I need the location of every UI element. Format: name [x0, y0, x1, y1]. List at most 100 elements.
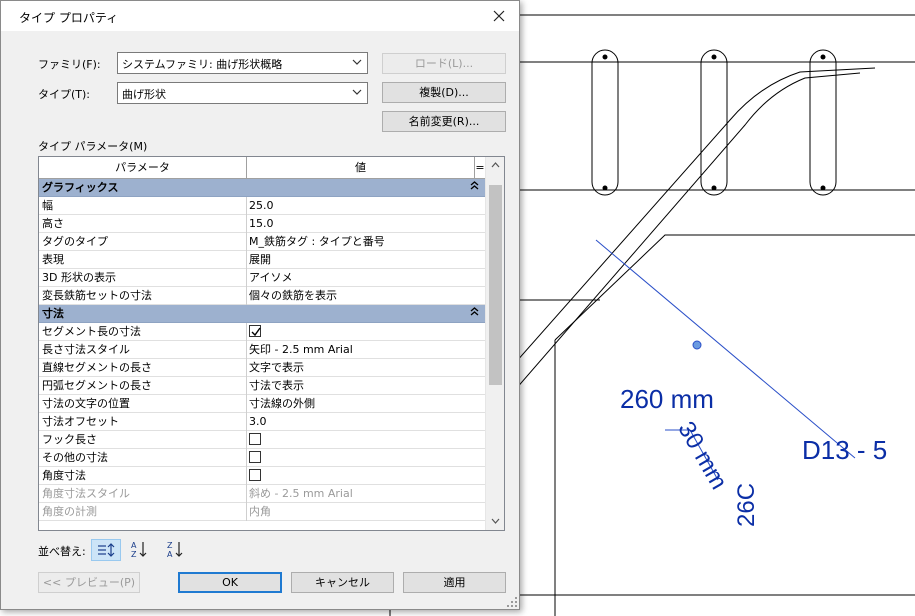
grid-group-header[interactable]: グラフィックス	[39, 179, 485, 197]
header-value[interactable]: 値	[247, 157, 475, 179]
duplicate-button[interactable]: 複製(D)...	[382, 82, 506, 103]
row-extra-cell	[475, 485, 485, 503]
parameter-value[interactable]: 矢印 - 2.5 mm Arial	[247, 341, 475, 359]
vertical-scrollbar[interactable]	[485, 157, 504, 530]
parameter-name: その他の寸法	[39, 449, 247, 467]
row-extra-cell	[475, 449, 485, 467]
parameter-name: 角度寸法スタイル	[39, 485, 247, 503]
table-row[interactable]: 円弧セグメントの長さ 寸法で表示	[39, 377, 485, 395]
header-parameter[interactable]: パラメータ	[39, 157, 247, 179]
ok-button[interactable]: OK	[178, 572, 282, 593]
row-extra-cell	[475, 377, 485, 395]
dimension-text-260[interactable]: 260 mm	[620, 386, 714, 412]
parameter-checkbox[interactable]	[249, 469, 261, 481]
parameter-value[interactable]: 個々の鉄筋を表示	[247, 287, 475, 305]
parameter-name: 円弧セグメントの長さ	[39, 377, 247, 395]
parameter-value[interactable]: 25.0	[247, 197, 475, 215]
apply-button[interactable]: 適用	[403, 572, 506, 593]
table-row[interactable]: 3D 形状の表示 アイソメ	[39, 269, 485, 287]
type-parameters-grid[interactable]: パラメータ 値 = グラフィックス幅 25.0 高さ 15.0 タグのタイプ M_鉄筋タグ…	[38, 156, 505, 531]
table-row[interactable]: 角度寸法スタイル 斜め - 2.5 mm Arial	[39, 485, 485, 503]
parameter-checkbox[interactable]	[249, 325, 261, 337]
parameter-name: タグのタイプ	[39, 233, 247, 251]
table-row[interactable]: 変長鉄筋セットの寸法 個々の鉄筋を表示	[39, 287, 485, 305]
row-extra-cell	[475, 503, 485, 521]
table-row[interactable]: 角度の計測 内角	[39, 503, 485, 521]
scroll-up-icon[interactable]	[486, 157, 504, 174]
table-row[interactable]: 寸法オフセット 3.0	[39, 413, 485, 431]
type-select-value: 曲げ形状	[122, 88, 166, 101]
collapse-icon[interactable]	[470, 180, 479, 195]
parameter-checkbox[interactable]	[249, 451, 261, 463]
parameter-value-cell	[247, 431, 475, 449]
type-select[interactable]: 曲げ形状	[117, 82, 368, 104]
parameter-checkbox[interactable]	[249, 433, 261, 445]
table-row[interactable]: 角度寸法	[39, 467, 485, 485]
header-extra[interactable]: =	[475, 157, 485, 179]
parameter-value[interactable]: 3.0	[247, 413, 475, 431]
sort-ascending-icon[interactable]: AZ	[124, 539, 154, 561]
svg-text:A: A	[167, 550, 173, 559]
svg-text:A: A	[131, 541, 137, 550]
row-extra-cell	[475, 395, 485, 413]
table-row[interactable]: 直線セグメントの長さ 文字で表示	[39, 359, 485, 377]
grid-group-header[interactable]: 寸法	[39, 305, 485, 323]
row-extra-cell	[475, 341, 485, 359]
chevron-down-icon	[352, 59, 362, 65]
close-icon[interactable]	[487, 5, 511, 27]
title-bar[interactable]: タイプ プロパティ	[1, 1, 519, 31]
cancel-button[interactable]: キャンセル	[291, 572, 394, 593]
table-row[interactable]: フック長さ	[39, 431, 485, 449]
parameter-value[interactable]: アイソメ	[247, 269, 475, 287]
parameter-name: 直線セグメントの長さ	[39, 359, 247, 377]
table-row[interactable]: 長さ寸法スタイル 矢印 - 2.5 mm Arial	[39, 341, 485, 359]
collapse-icon[interactable]	[470, 306, 479, 321]
parameter-name: 角度の計測	[39, 503, 247, 521]
dialog-title: タイプ プロパティ	[19, 11, 119, 25]
table-row[interactable]: 幅 25.0	[39, 197, 485, 215]
parameter-name: 表現	[39, 251, 247, 269]
row-extra-cell	[475, 413, 485, 431]
scrollbar-thumb[interactable]	[489, 185, 502, 385]
group-name: 寸法	[42, 307, 64, 320]
table-row[interactable]: セグメント長の寸法	[39, 323, 485, 341]
parameter-value[interactable]: 文字で表示	[247, 359, 475, 377]
svg-text:Z: Z	[131, 550, 137, 559]
chevron-down-icon	[352, 89, 362, 95]
parameter-value[interactable]: 15.0	[247, 215, 475, 233]
sort-descending-icon[interactable]: ZA	[160, 539, 190, 561]
parameter-value[interactable]: 寸法線の外側	[247, 395, 475, 413]
dimension-text-260-rotated[interactable]: 26C	[733, 483, 760, 527]
grid-header: パラメータ 値 =	[39, 157, 485, 179]
resize-grip-icon[interactable]	[506, 596, 518, 608]
parameter-value[interactable]: M_鉄筋タグ : タイプと番号	[247, 233, 475, 251]
parameter-name: 寸法オフセット	[39, 413, 247, 431]
rename-button[interactable]: 名前変更(R)...	[382, 111, 506, 132]
table-row[interactable]: その他の寸法	[39, 449, 485, 467]
family-select[interactable]: システムファミリ: 曲げ形状概略	[117, 52, 368, 74]
parameter-value[interactable]: 寸法で表示	[247, 377, 475, 395]
parameter-value[interactable]: 展開	[247, 251, 475, 269]
row-extra-cell	[475, 215, 485, 233]
parameter-name: フック長さ	[39, 431, 247, 449]
parameter-name: 角度寸法	[39, 467, 247, 485]
row-extra-cell	[475, 359, 485, 377]
parameter-name: セグメント長の寸法	[39, 323, 247, 341]
preview-button[interactable]: << プレビュー(P)	[38, 572, 140, 593]
group-name: グラフィックス	[42, 181, 119, 194]
load-button[interactable]: ロード(L)...	[382, 53, 506, 74]
table-row[interactable]: タグのタイプ M_鉄筋タグ : タイプと番号	[39, 233, 485, 251]
scroll-down-icon[interactable]	[486, 513, 504, 530]
table-row[interactable]: 寸法の文字の位置 寸法線の外側	[39, 395, 485, 413]
parameter-value: 斜め - 2.5 mm Arial	[249, 487, 353, 500]
row-extra-cell	[475, 467, 485, 485]
row-extra-cell	[475, 431, 485, 449]
parameter-value-cell	[247, 467, 475, 485]
parameter-name: 長さ寸法スタイル	[39, 341, 247, 359]
table-row[interactable]: 表現 展開	[39, 251, 485, 269]
sort-grouped-icon[interactable]	[91, 539, 121, 561]
table-row[interactable]: 高さ 15.0	[39, 215, 485, 233]
row-extra-cell	[475, 233, 485, 251]
parameter-name: 3D 形状の表示	[39, 269, 247, 287]
rebar-tag[interactable]: D13 - 5	[802, 437, 887, 463]
